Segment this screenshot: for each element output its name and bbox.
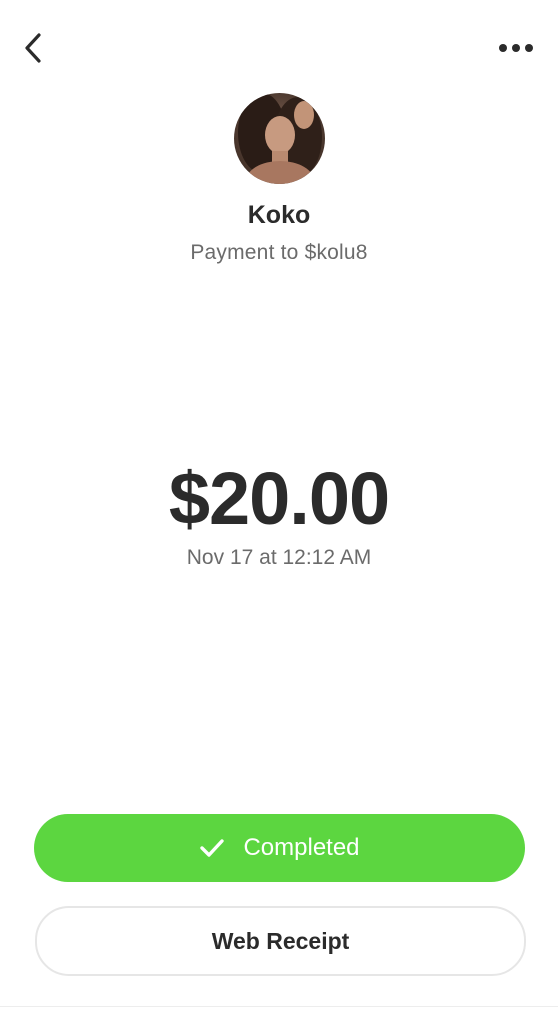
payment-timestamp: Nov 17 at 12:12 AM [186,546,372,569]
more-horizontal-icon [499,44,533,52]
recipient-name: Koko [247,201,311,229]
status-label: Completed [243,834,360,861]
payment-detail-screen: Koko Payment to $kolu8 $20.00 Nov 17 at … [0,0,558,1023]
checkmark-icon [199,838,225,858]
avatar [234,93,325,184]
completed-status-button[interactable]: Completed [34,814,525,882]
payment-subtitle: Payment to $kolu8 [190,241,368,264]
more-options-button[interactable] [488,28,544,68]
divider [0,1006,558,1007]
web-receipt-button[interactable]: Web Receipt [35,906,526,976]
web-receipt-label: Web Receipt [211,927,350,954]
payment-amount: $20.00 [168,457,390,540]
chevron-left-icon [25,33,41,63]
back-button[interactable] [14,28,54,68]
